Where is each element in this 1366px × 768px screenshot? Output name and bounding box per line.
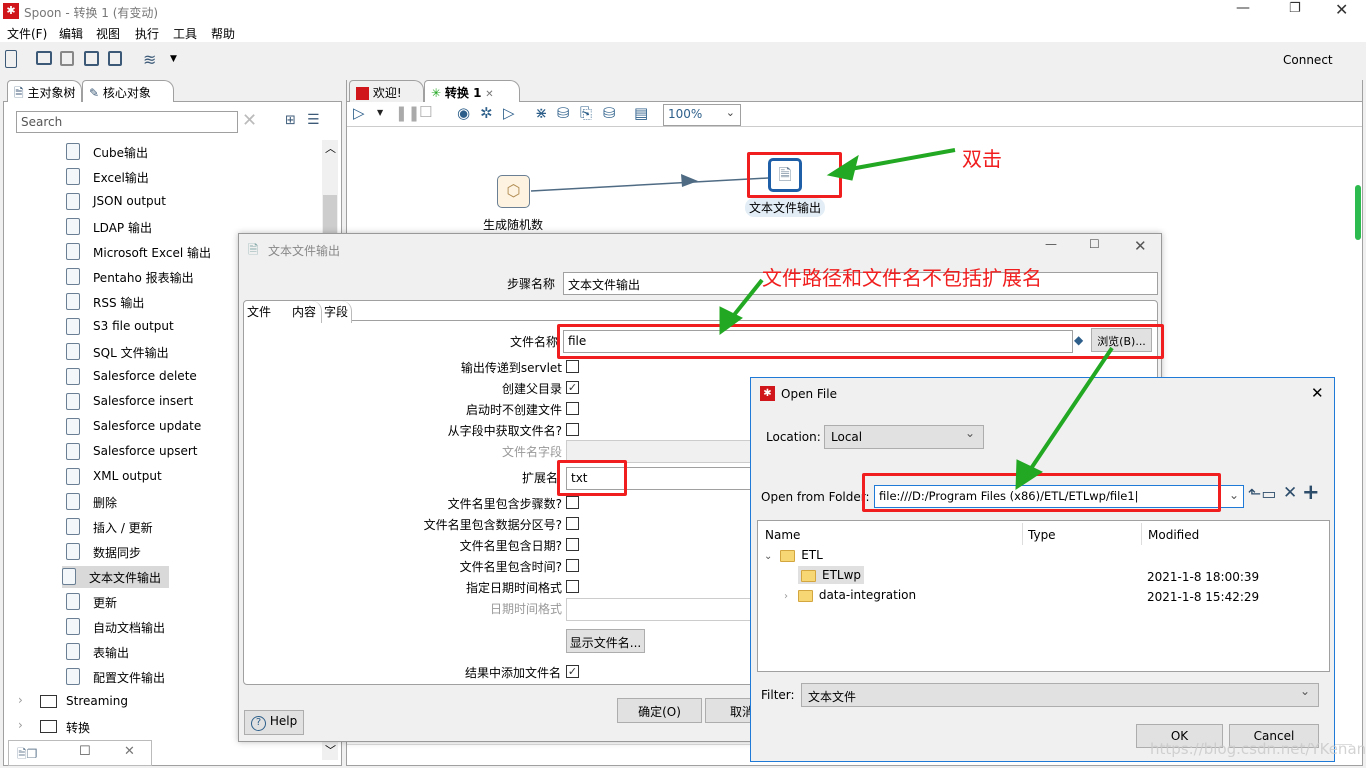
filename-label: 文件名称 bbox=[509, 335, 558, 349]
folder-path-input[interactable]: file:///D:/Program Files (x86)/ETL/ETLwp… bbox=[874, 485, 1244, 508]
option-label: 输出传递到servlet bbox=[460, 361, 562, 375]
maximize-icon[interactable]: ☐ bbox=[1089, 237, 1100, 251]
option-checkbox[interactable]: ✓ bbox=[566, 381, 579, 394]
expand-chevron-icon[interactable]: ⌄ bbox=[764, 551, 772, 562]
option-checkbox[interactable] bbox=[566, 423, 579, 436]
column-type[interactable]: Type bbox=[1028, 528, 1056, 542]
folder-icon bbox=[801, 569, 816, 582]
dialog-icon: 🗎 bbox=[248, 243, 259, 258]
option-label: 创建父目录 bbox=[501, 382, 562, 396]
add-folder-icon[interactable]: + bbox=[1302, 480, 1320, 504]
ok-button[interactable]: 确定(O) bbox=[617, 698, 702, 723]
list-item[interactable]: › data-integration bbox=[784, 588, 916, 602]
filter-label: Filter: bbox=[761, 688, 795, 702]
annotation-note: 文件路径和文件名不包括扩展名 bbox=[762, 266, 1042, 290]
step-name-label: 步骤名称 bbox=[506, 277, 555, 291]
add-to-result-checkbox[interactable]: ✓ bbox=[566, 665, 579, 678]
dice-icon: ⬡ bbox=[506, 181, 521, 200]
folder-icon bbox=[797, 589, 813, 602]
node-label: 生成随机数 bbox=[483, 218, 544, 232]
spoon-logo-icon: ✱ bbox=[760, 386, 775, 401]
tab-content[interactable]: 内容 bbox=[290, 301, 322, 323]
filter-select[interactable]: 文本文件 bbox=[801, 683, 1319, 707]
add-to-result-label: 结果中添加文件名 bbox=[464, 666, 561, 680]
up-folder-icon[interactable]: ⬑▭ bbox=[1248, 484, 1277, 503]
option-checkbox[interactable] bbox=[566, 559, 579, 572]
option-label: 文件名里包含数据分区号? bbox=[423, 518, 562, 532]
node-label: 文本文件输出 bbox=[745, 198, 826, 217]
filename-field-label: 文件名字段 bbox=[501, 445, 562, 459]
option-checkbox[interactable] bbox=[566, 496, 579, 509]
location-label: Location: bbox=[766, 430, 821, 444]
hop-arrow bbox=[681, 174, 698, 187]
option-checkbox[interactable] bbox=[566, 580, 579, 593]
open-file-dialog: ✱ Open File ✕ Location: Local Open from … bbox=[750, 377, 1335, 762]
option-label: 文件名里包含日期? bbox=[459, 539, 562, 553]
node-generate-random[interactable]: ⬡ bbox=[497, 175, 530, 208]
list-item[interactable]: ETLwp bbox=[798, 566, 865, 584]
option-label: 文件名里包含步骤数? bbox=[447, 497, 562, 511]
folder-label: Open from Folder: bbox=[761, 490, 870, 504]
option-label: 启动时不创建文件 bbox=[465, 403, 562, 417]
help-button[interactable]: ? Help bbox=[244, 710, 304, 735]
text-file-icon: 🗎 bbox=[778, 165, 792, 184]
modified-value: 2021-1-8 15:42:29 bbox=[1147, 590, 1260, 604]
extension-label: 扩展名 bbox=[521, 471, 558, 485]
tab-fields[interactable]: 字段 bbox=[322, 301, 352, 323]
help-icon: ? bbox=[251, 716, 266, 731]
minimize-icon[interactable]: — bbox=[1045, 237, 1057, 251]
chevron-down-icon[interactable]: ⌄ bbox=[1229, 488, 1239, 502]
dialog-title: Open File bbox=[781, 387, 837, 401]
expand-chevron-icon[interactable]: › bbox=[784, 591, 788, 602]
option-checkbox[interactable] bbox=[566, 517, 579, 530]
option-checkbox[interactable] bbox=[566, 538, 579, 551]
variable-icon[interactable]: ◆ bbox=[1074, 333, 1083, 347]
close-icon[interactable]: ✕ bbox=[1134, 237, 1147, 255]
option-checkbox[interactable] bbox=[566, 402, 579, 415]
tab-file[interactable]: 文件 bbox=[244, 301, 290, 323]
location-select[interactable]: Local bbox=[824, 425, 984, 449]
column-name[interactable]: Name bbox=[765, 528, 800, 542]
date-format-label: 日期时间格式 bbox=[489, 602, 562, 616]
delete-icon[interactable]: ✕ bbox=[1283, 483, 1297, 503]
close-icon[interactable]: ✕ bbox=[1311, 384, 1324, 402]
option-label: 指定日期时间格式 bbox=[465, 581, 562, 595]
folder-icon bbox=[780, 549, 796, 562]
show-filename-button[interactable]: 显示文件名... bbox=[566, 629, 645, 653]
column-modified[interactable]: Modified bbox=[1148, 528, 1199, 542]
watermark: https://blog.csdn.net/YKenan bbox=[1150, 740, 1366, 758]
node-text-file-output[interactable]: 🗎 bbox=[768, 158, 802, 192]
filename-input[interactable]: file bbox=[563, 330, 1073, 353]
modified-value: 2021-1-8 18:00:39 bbox=[1147, 570, 1260, 584]
browse-button[interactable]: 浏览(B)... bbox=[1091, 328, 1152, 352]
annotation-double-click: 双击 bbox=[962, 147, 1002, 171]
list-item[interactable]: ⌄ ETL bbox=[764, 548, 823, 562]
option-label: 从字段中获取文件名? bbox=[447, 424, 562, 438]
option-checkbox[interactable] bbox=[566, 360, 579, 373]
file-list: Name Type Modified ⌄ ETL ETLwp 2021-1-8 … bbox=[757, 520, 1330, 672]
dialog-title: 文本文件输出 bbox=[268, 244, 341, 258]
option-label: 文件名里包含时间? bbox=[459, 560, 562, 574]
